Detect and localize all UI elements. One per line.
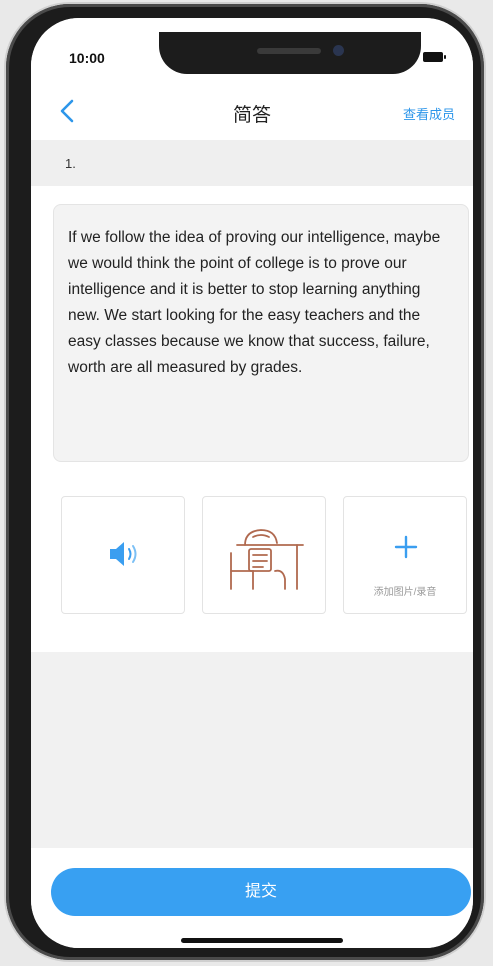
- add-attachment-label: 添加图片/录音: [373, 587, 437, 598]
- screen: 10:00 简答 查看成员 1. If we follow the idea o…: [31, 18, 473, 948]
- desk-illustration: [230, 529, 304, 590]
- notch: [159, 32, 421, 74]
- battery-icon: [423, 51, 446, 62]
- phone-frame: 10:00 简答 查看成员 1. If we follow the idea o…: [6, 4, 484, 960]
- submit-button[interactable]: 提交: [51, 868, 471, 916]
- view-members-link[interactable]: 查看成员: [403, 104, 455, 123]
- add-attachment-tile[interactable]: 添加图片/录音: [343, 496, 467, 614]
- home-indicator: [181, 938, 343, 943]
- speaker-icon: [110, 542, 137, 566]
- bottom-bar: 提交: [31, 848, 473, 948]
- attachment-tiles: 添加图片/录音: [61, 496, 469, 614]
- plus-icon: [394, 535, 418, 559]
- front-camera: [333, 45, 344, 56]
- answer-area: If we follow the idea of proving our int…: [31, 186, 473, 652]
- empty-content-area: [31, 652, 473, 848]
- earpiece: [257, 48, 321, 54]
- nav-bar: 简答 查看成员: [31, 82, 473, 140]
- answer-text: If we follow the idea of proving our int…: [68, 229, 441, 376]
- answer-text-box[interactable]: If we follow the idea of proving our int…: [53, 204, 469, 462]
- audio-attachment-tile[interactable]: [61, 496, 185, 614]
- image-attachment-tile[interactable]: [202, 496, 326, 614]
- question-number: 1.: [65, 156, 76, 171]
- status-time: 10:00: [69, 50, 105, 66]
- question-header: 1.: [31, 140, 473, 186]
